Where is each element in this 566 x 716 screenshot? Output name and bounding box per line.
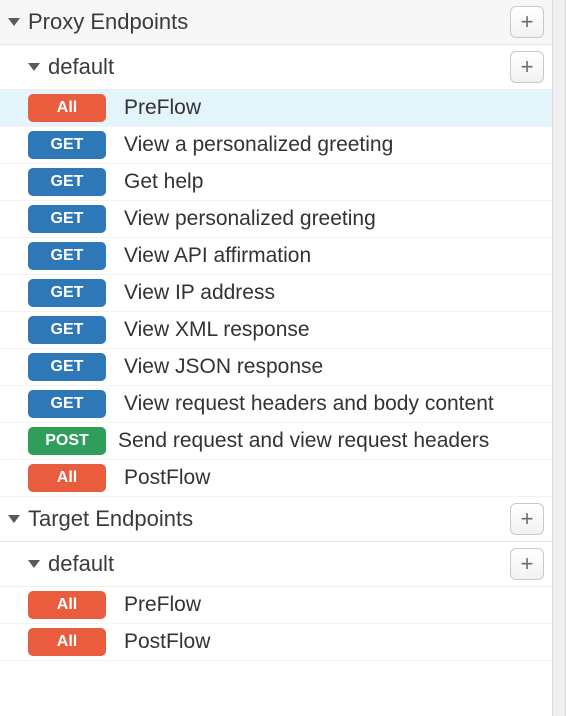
flow-row[interactable]: GET View personalized greeting — [0, 201, 552, 238]
method-badge-get: GET — [28, 390, 106, 418]
chevron-down-icon — [28, 63, 40, 71]
flow-label: PreFlow — [124, 593, 544, 617]
flow-row[interactable]: All PreFlow — [0, 90, 552, 127]
group-title: default — [48, 54, 510, 80]
plus-icon: + — [521, 11, 534, 33]
flow-label: PostFlow — [124, 630, 544, 654]
flow-label: Send request and view request headers — [118, 429, 544, 453]
section-header-proxy[interactable]: Proxy Endpoints + — [0, 0, 552, 45]
app-frame: Proxy Endpoints + default + All PreFlow … — [0, 0, 566, 716]
method-badge-get: GET — [28, 316, 106, 344]
flow-row[interactable]: GET View IP address — [0, 275, 552, 312]
flow-row[interactable]: GET Get help — [0, 164, 552, 201]
plus-icon: + — [521, 553, 534, 575]
flow-label: View API affirmation — [124, 244, 544, 268]
flow-row[interactable]: GET View a personalized greeting — [0, 127, 552, 164]
add-flow-button[interactable]: + — [510, 51, 544, 83]
flow-row[interactable]: All PostFlow — [0, 624, 552, 661]
method-badge-all: All — [28, 94, 106, 122]
flow-label: View a personalized greeting — [124, 133, 544, 157]
flow-row[interactable]: POST Send request and view request heade… — [0, 423, 552, 460]
flow-label: View request headers and body content — [124, 392, 544, 416]
method-badge-get: GET — [28, 205, 106, 233]
chevron-down-icon — [8, 18, 20, 26]
add-flow-button[interactable]: + — [510, 548, 544, 580]
method-badge-get: GET — [28, 131, 106, 159]
flow-row[interactable]: GET View request headers and body conten… — [0, 386, 552, 423]
resize-handle[interactable] — [552, 0, 566, 716]
add-target-endpoint-button[interactable]: + — [510, 503, 544, 535]
method-badge-get: GET — [28, 279, 106, 307]
flow-row[interactable]: GET View XML response — [0, 312, 552, 349]
plus-icon: + — [521, 508, 534, 530]
method-badge-all: All — [28, 591, 106, 619]
method-badge-get: GET — [28, 353, 106, 381]
flow-label: Get help — [124, 170, 544, 194]
flow-row[interactable]: GET View API affirmation — [0, 238, 552, 275]
flow-label: PostFlow — [124, 466, 544, 490]
endpoints-panel: Proxy Endpoints + default + All PreFlow … — [0, 0, 552, 716]
flow-label: View personalized greeting — [124, 207, 544, 231]
flow-label: View JSON response — [124, 355, 544, 379]
method-badge-get: GET — [28, 168, 106, 196]
method-badge-get: GET — [28, 242, 106, 270]
group-title: default — [48, 551, 510, 577]
section-title: Target Endpoints — [28, 506, 510, 532]
section-header-target[interactable]: Target Endpoints + — [0, 497, 552, 542]
target-default-header[interactable]: default + — [0, 542, 552, 587]
flow-row[interactable]: All PostFlow — [0, 460, 552, 497]
section-title: Proxy Endpoints — [28, 9, 510, 35]
flow-label: View XML response — [124, 318, 544, 342]
flow-row[interactable]: GET View JSON response — [0, 349, 552, 386]
add-proxy-endpoint-button[interactable]: + — [510, 6, 544, 38]
method-badge-post: POST — [28, 427, 106, 455]
method-badge-all: All — [28, 628, 106, 656]
chevron-down-icon — [28, 560, 40, 568]
flow-row[interactable]: All PreFlow — [0, 587, 552, 624]
method-badge-all: All — [28, 464, 106, 492]
plus-icon: + — [521, 56, 534, 78]
chevron-down-icon — [8, 515, 20, 523]
flow-label: View IP address — [124, 281, 544, 305]
proxy-default-header[interactable]: default + — [0, 45, 552, 90]
flow-label: PreFlow — [124, 96, 544, 120]
